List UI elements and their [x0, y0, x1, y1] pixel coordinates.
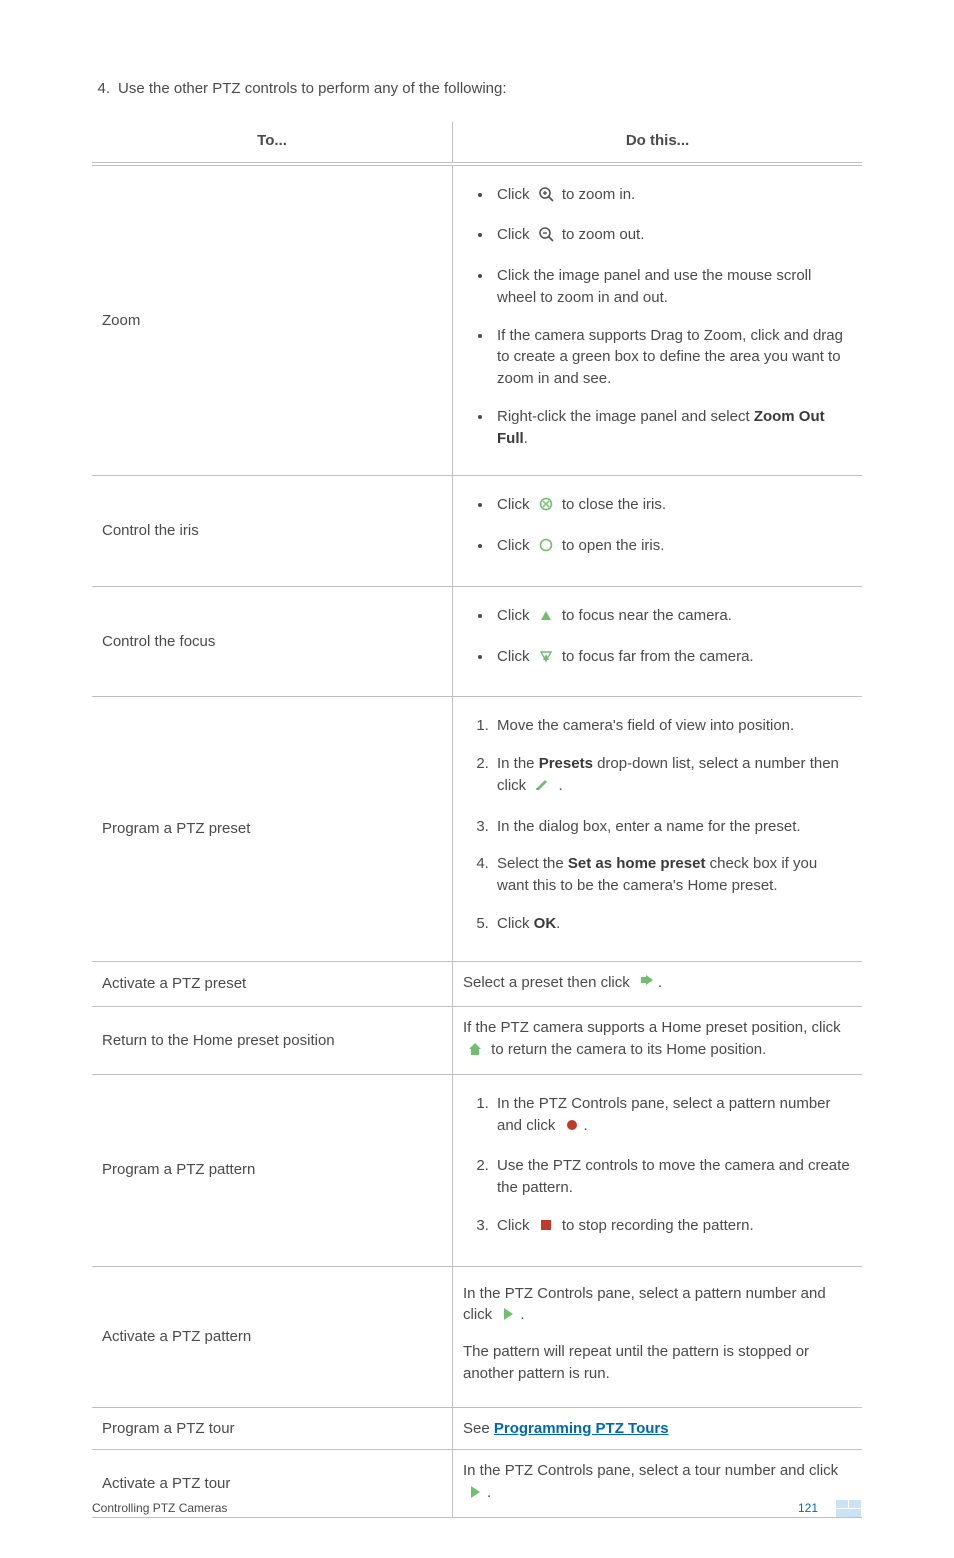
row-preset-activate: Activate a PTZ preset Select a preset th… — [92, 961, 862, 1007]
page-footer: Controlling PTZ Cameras 121 — [92, 1500, 862, 1518]
pattern-step-3: Click to stop recording the pattern. — [493, 1215, 852, 1240]
cell-focus-actions: Click to focus near the camera. Click — [453, 586, 863, 697]
zoom-item-4: If the camera supports Drag to Zoom, cli… — [493, 325, 852, 390]
cell-iris-title: Control the iris — [92, 476, 453, 587]
preset-step-3: In the dialog box, enter a name for the … — [493, 816, 852, 838]
row-pattern-program: Program a PTZ pattern In the PTZ Control… — [92, 1074, 862, 1266]
cell-iris-actions: Click to close the iris. Click to — [453, 476, 863, 587]
cell-pattern-activate-title: Activate a PTZ pattern — [92, 1266, 453, 1407]
cell-pattern-program-actions: In the PTZ Controls pane, select a patte… — [453, 1074, 863, 1266]
iris-item-1: Click to close the iris. — [493, 494, 852, 519]
cell-preset-activate-actions: Select a preset then click . — [453, 961, 863, 1007]
preset-step-1: Move the camera's field of view into pos… — [493, 715, 852, 737]
pattern-step-1: In the PTZ Controls pane, select a patte… — [493, 1093, 852, 1140]
cell-pattern-activate-actions: In the PTZ Controls pane, select a patte… — [453, 1266, 863, 1407]
open-iris-icon — [538, 537, 554, 560]
zoom-item-5: Right-click the image panel and select Z… — [493, 406, 852, 450]
row-focus: Control the focus Click to focus near th… — [92, 586, 862, 697]
cell-tour-program-title: Program a PTZ tour — [92, 1407, 453, 1450]
row-zoom: Zoom Click to zoom in. Click — [92, 164, 862, 476]
focus-item-2: Click to focus far from the camera. — [493, 646, 852, 671]
focus-item-1: Click to focus near the camera. — [493, 605, 852, 630]
iris-item-2: Click to open the iris. — [493, 535, 852, 560]
play-pattern-icon — [500, 1306, 516, 1329]
logo-icon — [836, 1500, 862, 1518]
cell-zoom-title: Zoom — [92, 164, 453, 476]
go-preset-icon — [638, 974, 654, 997]
intro-number: 4. — [92, 78, 110, 100]
zoom-item-2: Click to zoom out. — [493, 224, 852, 249]
cell-preset-program-title: Program a PTZ preset — [92, 697, 453, 961]
preset-step-5: Click OK. — [493, 913, 852, 935]
cell-home-actions: If the PTZ camera supports a Home preset… — [453, 1007, 863, 1075]
row-tour-program: Program a PTZ tour See Programming PTZ T… — [92, 1407, 862, 1450]
close-iris-icon — [538, 496, 554, 519]
footer-section-title: Controlling PTZ Cameras — [92, 1500, 227, 1517]
stop-icon — [538, 1217, 554, 1240]
preset-step-2: In the Presets drop-down list, select a … — [493, 753, 852, 800]
cell-preset-activate-title: Activate a PTZ preset — [92, 961, 453, 1007]
focus-near-icon — [538, 607, 554, 630]
intro-text: Use the other PTZ controls to perform an… — [118, 78, 507, 100]
page-number: 121 — [798, 1500, 818, 1517]
row-iris: Control the iris Click to close the iris… — [92, 476, 862, 587]
focus-far-icon — [538, 648, 554, 671]
edit-preset-icon — [534, 777, 550, 800]
header-dothis: Do this... — [453, 122, 863, 164]
cell-pattern-program-title: Program a PTZ pattern — [92, 1074, 453, 1266]
cell-preset-program-actions: Move the camera's field of view into pos… — [453, 697, 863, 961]
cell-zoom-actions: Click to zoom in. Click to zoom ou — [453, 164, 863, 476]
pattern-step-2: Use the PTZ controls to move the camera … — [493, 1155, 852, 1199]
ptz-controls-table: To... Do this... Zoom Click to zoom in. — [92, 122, 862, 1518]
zoom-item-1: Click to zoom in. — [493, 184, 852, 209]
cell-focus-title: Control the focus — [92, 586, 453, 697]
header-to: To... — [92, 122, 453, 164]
document-page: 4. Use the other PTZ controls to perform… — [0, 0, 954, 1558]
cell-tour-program-actions: See Programming PTZ Tours — [453, 1407, 863, 1450]
row-pattern-activate: Activate a PTZ pattern In the PTZ Contro… — [92, 1266, 862, 1407]
cell-home-title: Return to the Home preset position — [92, 1007, 453, 1075]
record-icon — [564, 1117, 580, 1140]
row-preset-program: Program a PTZ preset Move the camera's f… — [92, 697, 862, 961]
zoom-in-icon — [538, 186, 554, 209]
intro-step: 4. Use the other PTZ controls to perform… — [92, 78, 862, 100]
preset-step-4: Select the Set as home preset check box … — [493, 853, 852, 897]
row-home: Return to the Home preset position If th… — [92, 1007, 862, 1075]
zoom-out-icon — [538, 226, 554, 249]
programming-ptz-tours-link[interactable]: Programming PTZ Tours — [494, 1420, 669, 1437]
home-icon — [467, 1041, 483, 1064]
zoom-item-3: Click the image panel and use the mouse … — [493, 265, 852, 309]
